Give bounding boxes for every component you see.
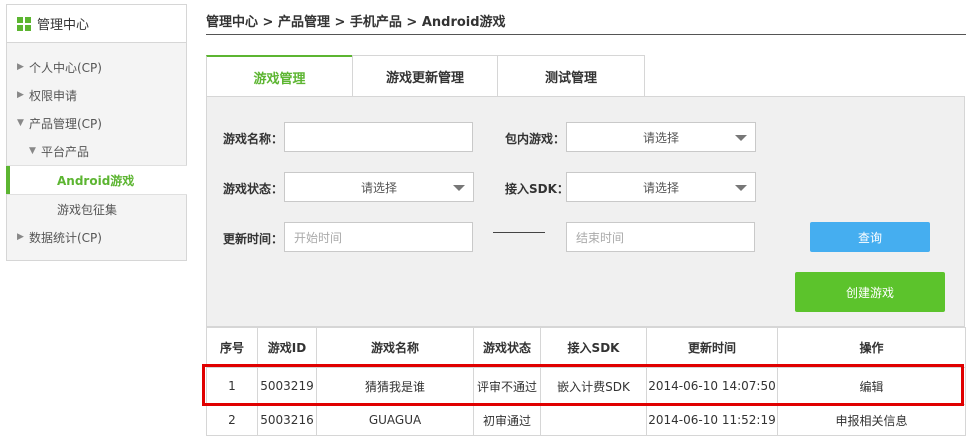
- submit-info-link[interactable]: 申报相关信息: [777, 404, 966, 436]
- sidebar-title: 管理中心: [37, 18, 90, 33]
- sdk-select[interactable]: 请选择: [566, 172, 756, 202]
- update-time: 2014-06-10 14:07:50: [646, 367, 778, 405]
- range-separator: [493, 232, 545, 233]
- chevron-down-icon: [735, 135, 747, 141]
- sidebar-item-label: 产品管理(CP): [29, 116, 102, 131]
- sdk-label: 接入SDK：: [505, 182, 569, 196]
- column-header: 游戏ID: [257, 327, 317, 368]
- edit-link[interactable]: 编辑: [777, 367, 966, 405]
- select-value: 请选择: [360, 180, 397, 195]
- tab-test-management[interactable]: 测试管理: [497, 55, 645, 97]
- sidebar-item-label: Android游戏: [57, 173, 135, 188]
- caret-right-icon: ▶: [17, 232, 24, 242]
- chevron-down-icon: [735, 185, 747, 191]
- game-name: 猜猜我是谁: [316, 367, 474, 405]
- sidebar-item-label: 游戏包征集: [57, 202, 118, 217]
- column-header: 操作: [777, 327, 966, 368]
- column-header: 接入SDK: [540, 327, 647, 368]
- sidebar-item-game-package-collection[interactable]: 游戏包征集: [7, 195, 186, 223]
- caret-right-icon: ▶: [17, 62, 24, 72]
- sidebar-item-label: 权限申请: [29, 88, 78, 103]
- games-table: 序号 游戏ID 游戏名称 游戏状态 接入SDK 更新时间 操作 1 500321…: [206, 327, 966, 436]
- caret-down-icon: ▼: [29, 146, 36, 156]
- tab-game-management[interactable]: 游戏管理: [206, 55, 353, 97]
- breadcrumb-divider: [206, 34, 966, 35]
- game-id-link[interactable]: 5003216: [257, 404, 317, 436]
- sidebar-item-data-statistics[interactable]: ▶ 数据统计(CP): [7, 223, 186, 251]
- table-row: 1 5003219 猜猜我是谁 评审不通过 嵌入计费SDK 2014-06-10…: [206, 367, 966, 405]
- start-time-input[interactable]: 开始时间: [284, 222, 473, 252]
- caret-down-icon: ▼: [17, 118, 24, 128]
- select-value: 请选择: [642, 180, 679, 195]
- create-game-button[interactable]: 创建游戏: [795, 272, 945, 312]
- row-index: 1: [206, 367, 258, 405]
- end-time-input[interactable]: 结束时间: [566, 222, 755, 252]
- sidebar-item-label: 平台产品: [41, 144, 90, 159]
- sidebar-item-label: 个人中心(CP): [29, 60, 102, 75]
- in-package-select[interactable]: 请选择: [566, 122, 756, 152]
- update-time: 2014-06-10 11:52:19: [646, 404, 778, 436]
- grid-icon: [17, 16, 31, 31]
- table-header-row: 序号 游戏ID 游戏名称 游戏状态 接入SDK 更新时间 操作: [206, 327, 966, 368]
- sidebar-item-personal-center[interactable]: ▶ 个人中心(CP): [7, 53, 186, 81]
- page: 管理中心 ▶ 个人中心(CP) ▶ 权限申请 ▼ 产品管理(CP) ▼ 平台产品…: [0, 0, 973, 444]
- sidebar: 管理中心 ▶ 个人中心(CP) ▶ 权限申请 ▼ 产品管理(CP) ▼ 平台产品…: [6, 4, 187, 261]
- in-package-label: 包内游戏：: [505, 132, 566, 146]
- game-status: 评审不通过: [473, 367, 541, 405]
- caret-right-icon: ▶: [17, 90, 24, 100]
- row-index: 2: [206, 404, 258, 436]
- game-name-label: 游戏名称：: [223, 132, 284, 146]
- sidebar-item-product-management[interactable]: ▼ 产品管理(CP): [7, 109, 186, 137]
- column-header: 游戏状态: [473, 327, 541, 368]
- column-header: 更新时间: [646, 327, 778, 368]
- sidebar-item-platform-products[interactable]: ▼ 平台产品: [7, 137, 186, 165]
- start-time-placeholder: 开始时间: [294, 230, 343, 245]
- chevron-down-icon: [453, 185, 465, 191]
- column-header: 序号: [206, 327, 258, 368]
- query-button[interactable]: 查询: [810, 222, 930, 252]
- game-status-select[interactable]: 请选择: [284, 172, 474, 202]
- game-name: GUAGUA: [316, 404, 474, 436]
- game-sdk: 嵌入计费SDK: [540, 367, 647, 405]
- update-time-label: 更新时间：: [223, 232, 284, 246]
- sidebar-item-android-games[interactable]: Android游戏: [6, 165, 187, 195]
- tab-game-update-management[interactable]: 游戏更新管理: [352, 55, 498, 97]
- table-row: 2 5003216 GUAGUA 初审通过 2014-06-10 11:52:1…: [206, 404, 966, 436]
- select-value: 请选择: [642, 130, 679, 145]
- game-name-input[interactable]: [284, 122, 473, 152]
- sidebar-header: 管理中心: [7, 5, 186, 43]
- game-sdk: [540, 404, 647, 436]
- column-header: 游戏名称: [316, 327, 474, 368]
- end-time-placeholder: 结束时间: [576, 230, 625, 245]
- sidebar-item-label: 数据统计(CP): [29, 230, 102, 245]
- game-status: 初审通过: [473, 404, 541, 436]
- breadcrumb: 管理中心 > 产品管理 > 手机产品 > Android游戏: [206, 15, 506, 30]
- game-status-label: 游戏状态：: [223, 182, 284, 196]
- sidebar-item-permission-request[interactable]: ▶ 权限申请: [7, 81, 186, 109]
- game-id-link[interactable]: 5003219: [257, 367, 317, 405]
